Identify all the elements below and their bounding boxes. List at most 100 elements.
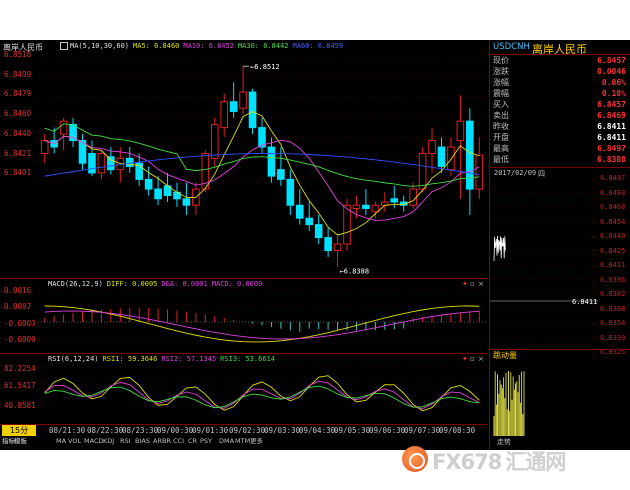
candle-body	[371, 204, 380, 213]
candlestick-chart[interactable]: ←6.8512 ←6.8388	[0, 50, 490, 278]
candle-body	[239, 91, 247, 109]
legend-item: MA5: 6.8460	[133, 42, 180, 50]
legend-item: MA30: 6.8442	[237, 42, 289, 50]
rsi-chart[interactable]	[0, 363, 490, 423]
quote-value: 6.8380	[597, 155, 626, 164]
candle-body	[428, 140, 436, 154]
legend-item: MA(5,10,30,60)	[70, 42, 130, 50]
window-icon[interactable]	[60, 42, 68, 50]
time-axis-label: 09/01:30	[192, 426, 229, 435]
quote-value: 0.18%	[601, 89, 626, 98]
time-axis-label: 09/04:30	[299, 426, 336, 435]
price-axis-label: 6.8518	[4, 50, 32, 59]
indicator-tab[interactable]: DMA	[219, 436, 234, 447]
intraday-price-line	[493, 236, 506, 262]
candle-body	[40, 140, 49, 154]
candle-body	[456, 120, 465, 142]
indicator-tab[interactable]: PSY	[200, 436, 212, 447]
indicator-tab[interactable]: CCI	[173, 436, 184, 447]
mini-axis-label: 6.8497	[600, 174, 626, 182]
price-axis-label: 6.8479	[4, 89, 32, 99]
time-axis-line	[0, 424, 488, 425]
mini-axis-label: 6.8339	[600, 333, 626, 342]
trading-terminal: 离岸人民币 MA(5,10,30,60) MA5: 6.8460 MA10: 6.8…	[0, 40, 630, 450]
candle-body	[229, 101, 238, 112]
rsi-legend: RSI(6,12,24) RSI1: 59.3646 RSI2: 57.1345 RS…	[48, 355, 279, 363]
close-panel-icon[interactable]: ×	[478, 280, 484, 288]
quote-divider	[490, 167, 630, 168]
quote-divider	[490, 54, 630, 55]
quote-label: 最低	[493, 155, 509, 164]
price-axis-label: 6.8440	[4, 128, 32, 138]
high-annotation: ←6.8512	[250, 63, 280, 71]
candle-body	[343, 204, 351, 245]
quote-row: 最高 6.8497	[493, 144, 628, 155]
intraday-mini-chart[interactable]: 6.8411	[490, 178, 598, 348]
candle-body	[437, 146, 446, 167]
candle-body	[305, 217, 314, 226]
quote-value: 6.8411	[597, 133, 626, 142]
quote-label: 开盘	[493, 133, 509, 142]
indicator-tab[interactable]: MACD	[84, 436, 103, 447]
candle-body	[333, 243, 342, 252]
indicator-tab[interactable]: VOL	[68, 436, 81, 447]
macd-axis-label: 0.0007	[4, 302, 32, 311]
legend-item: RSI3: 53.6614	[220, 355, 275, 363]
candle-body	[144, 178, 153, 190]
period-selector[interactable]: 15分	[2, 425, 36, 436]
quote-value: 0.06%	[601, 78, 626, 87]
indicator-tab[interactable]: BIAS	[135, 436, 150, 447]
time-axis-label: 08/21:30	[49, 426, 86, 435]
indicator-tab[interactable]: RSI	[120, 436, 131, 447]
quote-row: 开盘 6.8411	[493, 133, 628, 144]
quote-row: 最低 6.8380	[493, 155, 628, 166]
mini-axis-label: 6.8483	[600, 188, 626, 197]
indicator-tab[interactable]: MA	[56, 436, 66, 447]
indicator-tab[interactable]: MTM	[235, 436, 250, 447]
indicator-tab[interactable]: KDJ	[103, 436, 114, 447]
close-panel-icon[interactable]: ×	[478, 355, 484, 363]
candle-body	[352, 204, 361, 209]
panel-divider	[0, 278, 488, 279]
settings-icon[interactable]: ▫	[470, 280, 475, 288]
time-axis-label: 09/00:30	[157, 426, 194, 435]
low-annotation: ←6.8388	[340, 268, 370, 276]
candle-body	[210, 123, 219, 159]
indicator-tab[interactable]: 模板	[14, 436, 27, 447]
legend-item: MACD: 0.0009	[211, 280, 263, 288]
legend-item: MA10: 6.8452	[183, 42, 234, 50]
candle-body	[59, 120, 68, 135]
indicator-tab[interactable]: 更多	[250, 436, 263, 447]
legend-item: RSI1: 59.3646	[102, 355, 158, 363]
price-axis-label: 6.8401	[4, 168, 32, 178]
settings-icon[interactable]: ▫	[470, 355, 475, 363]
candle-body	[248, 91, 257, 129]
candle-body	[447, 146, 455, 171]
quote-row: 昨收 6.8411	[493, 122, 628, 133]
indicator-tab[interactable]: ARBR	[153, 436, 171, 447]
rsi-axis-label: 82.2254	[4, 364, 36, 373]
indicator-tab[interactable]: CR	[188, 436, 197, 447]
panel-divider	[0, 353, 488, 354]
legend-item: MACD(26,12,9)	[48, 280, 103, 288]
mini-axis-label: 6.8368	[600, 304, 626, 313]
candle-body	[475, 154, 484, 190]
rsi-axis-label: 40.8581	[4, 401, 36, 410]
candle-body	[466, 120, 474, 190]
close-icon[interactable]: ✦	[462, 355, 468, 363]
mini-axis-label: 6.8411	[600, 261, 626, 269]
time-axis-label: 09/08:30	[439, 426, 476, 435]
close-icon[interactable]: ✦	[462, 280, 468, 288]
legend-item: DIFF: 0.0005	[106, 280, 158, 288]
quote-value: 6.8457	[597, 56, 626, 65]
quote-label: 震幅	[493, 89, 509, 98]
candle-body	[286, 178, 295, 206]
ma-legend: MA(5,10,30,60) MA5: 6.8460 MA10: 6.8452 MA3…	[70, 42, 347, 50]
mini-axis-label: 6.8440	[600, 232, 626, 240]
mini-axis-label: 6.8396	[600, 275, 626, 284]
legend-item: RSI(6,12,24)	[48, 355, 99, 363]
quote-label: 买入	[493, 100, 509, 109]
macd-chart[interactable]	[0, 288, 490, 352]
quote-row: 现价 6.8457	[493, 56, 628, 67]
candle-body	[182, 198, 191, 206]
